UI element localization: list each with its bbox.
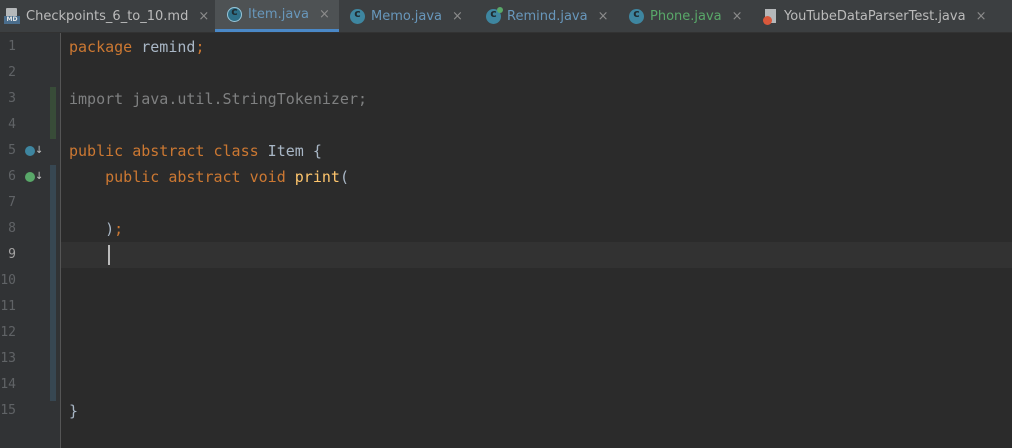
editor-gutter[interactable]: 1 2 3 4 5 6 7 8 9 10 11 12 13 14 15 ↓ ↓	[0, 33, 61, 448]
method-name: print	[285, 168, 340, 186]
close-icon[interactable]: ×	[198, 9, 209, 24]
line-number: 7	[8, 195, 16, 210]
tab-phone-java[interactable]: Phone.java ×	[620, 0, 752, 32]
line-number: 15	[0, 403, 16, 418]
vcs-modified-marker[interactable]	[50, 165, 56, 401]
tab-checkpoints-md[interactable]: MD Checkpoints_6_to_10.md ×	[0, 0, 214, 32]
line-number: 4	[8, 117, 16, 132]
line-number: 10	[0, 273, 16, 288]
class-icon	[629, 7, 644, 24]
line-number: 2	[8, 65, 16, 80]
close-brace: }	[69, 402, 79, 420]
line-number: 14	[0, 377, 16, 392]
tab-youtube-parser-test[interactable]: YouTubeDataParserTest.java ×	[753, 0, 1012, 32]
code-editor[interactable]: package remind; import java.util.StringT…	[61, 33, 1012, 448]
class-name: Item {	[258, 142, 322, 160]
tab-label: Memo.java	[371, 8, 442, 24]
line-number: 5	[8, 143, 16, 158]
semicolon: ;	[114, 220, 124, 238]
code-line-5: public abstract class Item {	[69, 138, 322, 164]
tab-label: Phone.java	[650, 8, 722, 24]
line-number-current: 9	[8, 247, 16, 262]
line-number: 6	[8, 169, 16, 184]
package-name: remind	[132, 38, 196, 56]
text-caret	[108, 245, 110, 265]
code-line-3: import java.util.StringTokenizer;	[69, 86, 367, 112]
test-file-icon	[763, 8, 778, 25]
line-number: 12	[0, 325, 16, 340]
close-icon[interactable]: ×	[452, 9, 463, 24]
semicolon: ;	[195, 38, 205, 56]
close-icon[interactable]: ×	[319, 7, 330, 22]
markdown-file-icon: MD	[4, 8, 20, 24]
unused-import: import java.util.StringTokenizer;	[69, 90, 368, 108]
line-number: 11	[0, 299, 16, 314]
code-line-6: public abstract void print(	[69, 164, 349, 190]
keyword: package	[69, 38, 133, 56]
tab-label: Checkpoints_6_to_10.md	[26, 8, 189, 24]
vcs-added-marker[interactable]	[50, 87, 56, 139]
code-line-15: }	[69, 398, 78, 424]
close-paren: )	[105, 220, 115, 238]
main-class-icon	[486, 6, 503, 24]
keyword: public abstract void	[105, 168, 286, 186]
close-icon[interactable]: ×	[732, 9, 743, 24]
tab-memo-java[interactable]: Memo.java ×	[340, 0, 475, 32]
open-paren: (	[339, 168, 349, 186]
tab-label: YouTubeDataParserTest.java	[784, 8, 966, 24]
code-line-1: package remind;	[69, 34, 204, 60]
line-number: 3	[8, 91, 16, 106]
close-icon[interactable]: ×	[598, 9, 609, 24]
abstract-class-icon	[227, 5, 242, 22]
implemented-method-icon[interactable]: ↓	[25, 171, 43, 185]
tab-item-java[interactable]: Item.java ×	[215, 0, 339, 32]
class-icon	[350, 7, 365, 24]
line-number: 1	[8, 39, 16, 54]
tab-remind-java[interactable]: Remind.java ×	[476, 0, 619, 32]
current-line-highlight	[61, 242, 1012, 268]
ide-window: MD Checkpoints_6_to_10.md × Item.java × …	[0, 0, 1012, 448]
tab-label: Item.java	[248, 7, 309, 22]
tab-label: Remind.java	[507, 8, 588, 24]
code-line-8: );	[69, 216, 123, 242]
line-number: 13	[0, 351, 16, 366]
keyword: public abstract class	[69, 142, 259, 160]
close-icon[interactable]: ×	[976, 9, 987, 24]
implemented-by-icon[interactable]: ↓	[25, 145, 43, 159]
line-number: 8	[8, 221, 16, 236]
editor-tab-bar: MD Checkpoints_6_to_10.md × Item.java × …	[0, 0, 1012, 33]
